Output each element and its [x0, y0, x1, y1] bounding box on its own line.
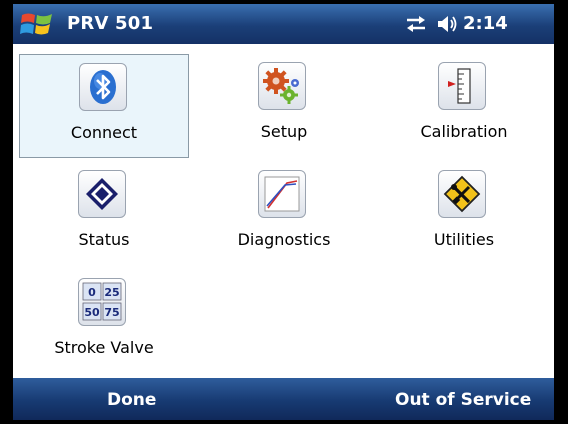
menu-item-diagnostics[interactable]: Diagnostics — [199, 162, 369, 266]
menu-item-label: Setup — [260, 122, 308, 141]
stroke-value-25: 25 — [104, 286, 119, 299]
bluetooth-icon — [79, 63, 127, 111]
windows-start-icon[interactable] — [19, 9, 55, 39]
stroke-value-0: 0 — [88, 286, 96, 299]
sync-icon[interactable] — [405, 15, 427, 33]
menu-item-label: Status — [78, 230, 130, 249]
stroke-value-50: 50 — [84, 306, 100, 319]
menu-item-label: Calibration — [420, 122, 508, 141]
status-diamond-icon — [78, 170, 126, 218]
menu-item-label: Diagnostics — [237, 230, 331, 249]
done-softkey[interactable]: Done — [107, 390, 156, 410]
clock: 2:14 — [463, 13, 508, 34]
utilities-tools-icon — [438, 170, 486, 218]
stroke-valve-icon: 0 25 50 75 — [78, 278, 126, 326]
main-menu: Connect Setup Calibration Status Diagnos… — [13, 44, 554, 378]
out-of-service-softkey[interactable]: Out of Service — [395, 390, 531, 410]
menu-item-status[interactable]: Status — [19, 162, 189, 266]
menu-item-calibration[interactable]: Calibration — [379, 54, 549, 158]
app-title: PRV 501 — [67, 13, 154, 34]
menu-item-label: Stroke Valve — [54, 338, 154, 357]
diagnostics-chart-icon — [258, 170, 306, 218]
gears-icon — [258, 62, 306, 110]
softkey-bar: Done Out of Service — [13, 378, 554, 420]
menu-item-label: Utilities — [433, 230, 495, 249]
menu-item-label: Connect — [70, 123, 138, 142]
menu-item-setup[interactable]: Setup — [199, 54, 369, 158]
menu-item-utilities[interactable]: Utilities — [379, 162, 549, 266]
volume-icon[interactable] — [437, 14, 459, 34]
stroke-value-75: 75 — [104, 306, 119, 319]
menu-item-connect[interactable]: Connect — [19, 54, 189, 158]
menu-item-stroke-valve[interactable]: 0 25 50 75 Stroke Valve — [19, 270, 189, 374]
calibration-scale-icon — [438, 62, 486, 110]
title-bar: PRV 501 2:14 — [13, 4, 554, 44]
device-screen: PRV 501 2:14 Connect Setup Calibration S… — [13, 4, 554, 420]
